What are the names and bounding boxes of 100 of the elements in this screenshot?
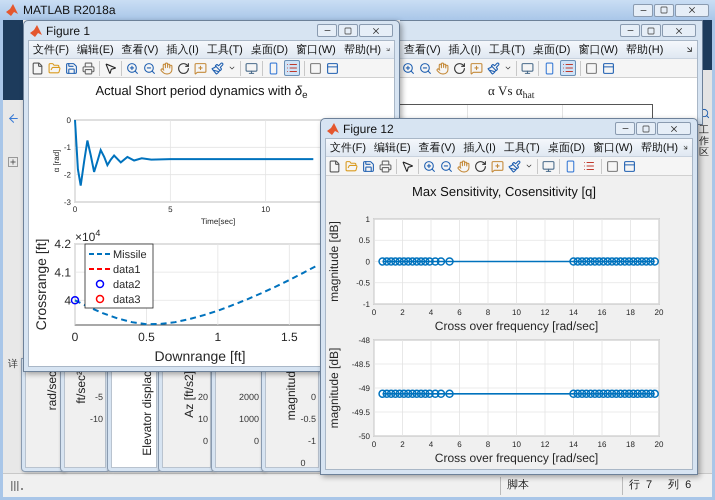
panel-icon[interactable] [623,160,636,172]
printer-icon[interactable] [379,160,392,172]
brush-icon[interactable] [487,62,500,74]
panel-icon[interactable] [326,62,339,74]
pointer-icon[interactable] [401,160,414,172]
grip-icon[interactable] [11,480,25,492]
status-value: 6 [685,478,692,494]
minimize-button[interactable] [620,24,640,37]
rotate-icon[interactable] [474,160,487,172]
menu-item[interactable]: 文件(F) [29,42,74,56]
dock-arrow-icon[interactable] [385,45,391,54]
rotate-icon[interactable] [177,62,190,74]
caret-icon[interactable] [525,162,533,170]
vertical-tab[interactable]: 工作区 [699,125,709,158]
square-icon[interactable] [585,62,598,74]
maximize-button[interactable] [636,122,656,135]
monitor-icon[interactable] [521,62,534,74]
new-file-icon[interactable] [31,62,44,74]
save-icon[interactable] [65,62,78,74]
zoom-in-icon[interactable] [423,160,436,172]
menu-item[interactable]: 编辑(E) [73,42,118,56]
new-file-icon[interactable] [328,160,341,172]
close-button[interactable] [675,4,709,16]
brush-icon[interactable] [508,160,521,172]
colorbar-icon[interactable] [267,62,280,74]
maximize-button[interactable] [641,24,661,37]
dock-arrow-icon[interactable] [682,143,689,152]
square-icon[interactable] [606,160,619,172]
menu-item[interactable]: 窗口(W) [574,42,622,56]
zoom-out-icon[interactable] [440,160,453,172]
menu-item[interactable]: 工具(T) [202,42,247,56]
zoom-in-icon[interactable] [126,62,139,74]
maximize-icon [642,124,650,132]
menu-item[interactable]: 查看(V) [118,42,162,56]
rotate-icon[interactable] [453,62,466,74]
monitor-icon[interactable] [245,62,258,74]
menu-item[interactable]: 帮助(H) [622,42,668,56]
hand-icon[interactable] [160,62,173,74]
menu-item[interactable]: 窗口(W) [589,140,637,154]
menu-item[interactable]: 查看(V) [400,42,445,56]
menu-item[interactable]: 帮助(H) [340,42,386,56]
close-icon [371,26,381,36]
square-icon[interactable] [309,62,322,74]
maximize-button[interactable] [338,24,358,37]
data-tip-icon[interactable] [194,62,207,74]
zoom-out-icon[interactable] [419,62,432,74]
tick-label: -1 [308,435,316,447]
caret-icon[interactable] [504,64,512,72]
menu-item[interactable]: 文件(F) [326,140,370,154]
menu-item[interactable]: 桌面(D) [544,140,590,154]
maximize-button[interactable] [654,4,674,16]
legend-toggle-button[interactable] [284,60,300,76]
menu-item[interactable]: 桌面(D) [529,42,574,56]
minimize-button[interactable] [317,24,337,37]
data-point [436,257,446,266]
menu-item[interactable]: 查看(V) [414,140,460,154]
data-tip-icon[interactable] [491,160,504,172]
plot-title: α Vs α$_{hat}$ [488,82,534,101]
menu-item[interactable]: 工具(T) [485,42,530,56]
zoom-in-icon[interactable] [402,62,415,74]
axis-label: Cross over frequency [rad/sec] [434,319,598,333]
monitor-icon[interactable] [542,160,555,172]
menu-item[interactable]: 帮助(H) [636,140,682,154]
menu-item[interactable]: 插入(I) [162,42,203,56]
pointer-icon[interactable] [104,62,117,74]
window-title: Figure 1 [46,22,92,40]
minimize-button[interactable] [615,122,635,135]
menu-item[interactable]: 插入(I) [459,140,500,154]
printer-icon[interactable] [82,62,95,74]
colorbar-icon[interactable] [543,62,556,74]
hand-icon[interactable] [457,160,470,172]
panel-icon[interactable] [602,62,615,74]
menu-item[interactable]: 编辑(E) [370,140,415,154]
tick-label: 5 [168,205,173,214]
minimize-button[interactable] [633,4,653,16]
colorbar-icon[interactable] [564,160,577,172]
close-button[interactable] [657,122,691,135]
legend-toggle-button[interactable] [560,60,576,76]
tick-label: 1 [366,214,370,224]
menu-item[interactable]: 桌面(D) [246,42,292,56]
brush-icon[interactable] [211,62,224,74]
save-icon[interactable] [362,160,375,172]
menu-item[interactable]: 插入(I) [444,42,486,56]
hand-icon[interactable] [436,62,449,74]
data-point [620,390,630,398]
caret-icon[interactable] [228,64,236,72]
data-point [382,390,392,398]
close-button[interactable] [662,24,696,37]
data-point [590,390,600,398]
data-tip-icon[interactable] [470,62,483,74]
menu-item[interactable]: 工具(T) [500,140,544,154]
data-point [408,390,417,398]
menu-item[interactable]: 窗口(W) [292,42,340,56]
expand-icon[interactable] [8,157,18,167]
zoom-out-icon[interactable] [143,62,156,74]
dock-arrow-icon[interactable] [685,45,694,54]
data-point [586,257,595,266]
data-point [633,390,642,398]
close-button[interactable] [359,24,393,37]
back-arrow-icon[interactable] [6,112,20,125]
